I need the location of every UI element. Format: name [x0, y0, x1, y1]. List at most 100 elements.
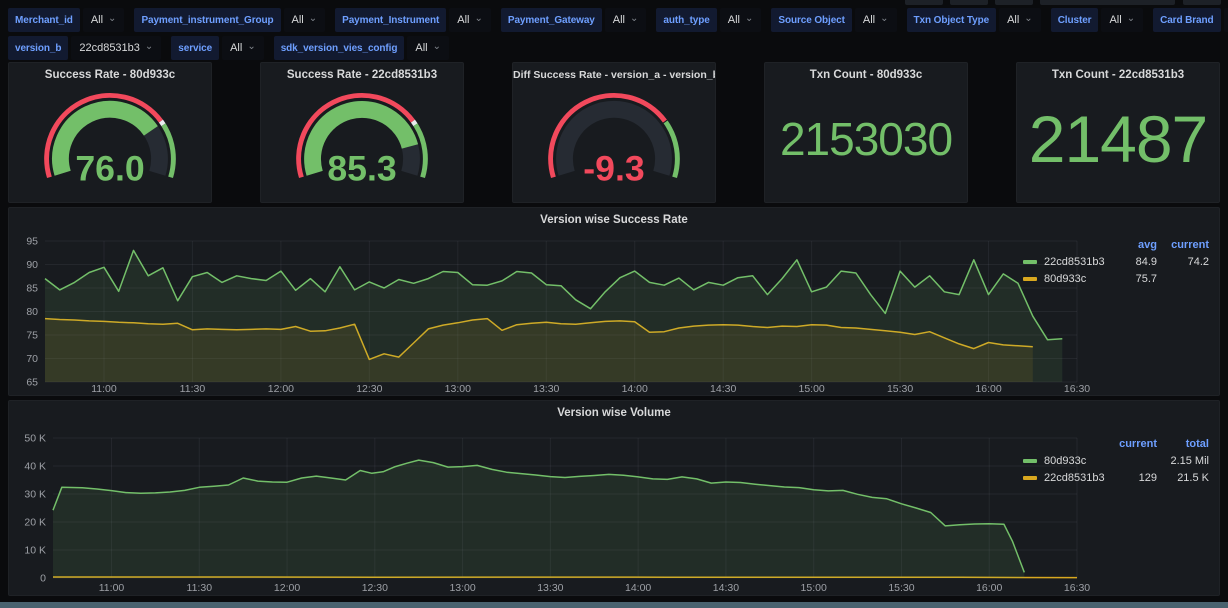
filter-label[interactable]: Payment_instrument_Group [134, 8, 280, 32]
filter-label[interactable]: auth_type [656, 8, 716, 32]
filter-label[interactable]: Payment_Gateway [501, 8, 602, 32]
chevron-down-icon: ⌄ [247, 42, 255, 52]
legend-value: 2.15 Mil [1157, 455, 1209, 467]
filter-value-dropdown[interactable]: All⌄ [449, 8, 491, 32]
legend-value: 129 [1113, 472, 1157, 484]
legend-swatch-icon [1023, 476, 1037, 480]
filter-value-dropdown[interactable]: All ⌄ [284, 8, 326, 32]
filter-label[interactable]: Source Object [771, 8, 852, 32]
gauge: -9.3 [513, 83, 715, 193]
chevron-down-icon: ⌄ [1127, 14, 1135, 24]
filter-value-dropdown[interactable]: 22cd8531b3⌄ [71, 36, 161, 60]
filter-value-dropdown[interactable]: All⌄ [407, 36, 449, 60]
filter-label[interactable]: version_b [8, 36, 68, 60]
legend-series-name[interactable]: 22cd8531b3 [1023, 472, 1113, 484]
filter-label[interactable]: Card Brand [1153, 8, 1220, 32]
panel-title[interactable]: Diff Success Rate - version_a - version_… [513, 63, 715, 81]
toolbar-button-partial[interactable] [950, 0, 988, 5]
filter-value-dropdown[interactable]: All⌄ [720, 8, 762, 32]
filter-value-text: All [863, 14, 875, 26]
legend-item: 80d933c 75.7 [1023, 270, 1209, 287]
stat-value: 2153030 [765, 93, 967, 184]
legend: currenttotal 80d933c 2.15 Mil 22cd8531b3129… [1023, 435, 1209, 486]
x-axis-tick-label: 13:00 [449, 582, 475, 594]
y-axis-tick-label: 85 [26, 283, 38, 295]
legend-value: 74.2 [1157, 256, 1209, 268]
gauge: 76.0 [9, 83, 211, 193]
filter-label[interactable]: sdk_version_vies_config [274, 36, 405, 60]
filter-value-text: All [1109, 14, 1121, 26]
filter-value-dropdown[interactable]: All⌄ [605, 8, 647, 32]
filter-payment_instrument: Payment_InstrumentAll⌄ [335, 8, 491, 32]
x-axis-tick-label: 15:30 [887, 383, 913, 395]
filter-service: serviceAll⌄ [171, 36, 263, 60]
legend-column-header[interactable]: current [1113, 438, 1157, 450]
toolbar-button-partial[interactable] [1183, 0, 1221, 5]
legend-column-header[interactable]: current [1157, 239, 1209, 251]
filter-value-dropdown[interactable]: All⌄ [83, 8, 125, 32]
filter-label[interactable]: service [171, 36, 219, 60]
legend-column-header[interactable]: total [1157, 438, 1209, 450]
legend-series-label: 80d933c [1044, 455, 1086, 467]
filter-version_b: version_b22cd8531b3⌄ [8, 36, 161, 60]
filter-value-dropdown[interactable]: All⌄ [855, 8, 897, 32]
legend-series-name[interactable]: 80d933c [1023, 273, 1113, 285]
x-axis-tick-label: 14:30 [710, 383, 736, 395]
y-axis-tick-label: 95 [26, 236, 38, 248]
legend-series-name[interactable]: 22cd8531b3 [1023, 256, 1113, 268]
chevron-down-icon: ⌄ [309, 14, 317, 24]
filter-value-dropdown[interactable]: All⌄ [999, 8, 1041, 32]
legend-swatch-icon [1023, 277, 1037, 281]
x-axis-tick-label: 11:30 [180, 383, 206, 395]
filter-label[interactable]: Payment_Instrument [335, 8, 446, 32]
toolbar-button-partial[interactable] [995, 0, 1033, 5]
filter-value-text: All [457, 14, 469, 26]
series-area-80d933c [53, 460, 1024, 578]
filter-label[interactable]: Cluster [1051, 8, 1099, 32]
filter-cluster: Cluster All ⌄ [1051, 8, 1143, 32]
y-axis-tick-label: 0 [40, 573, 46, 585]
filter-label[interactable]: Merchant_id [8, 8, 80, 32]
panel-title[interactable]: Txn Count - 22cd8531b3 [1017, 63, 1219, 81]
gauge-value: 85.3 [327, 149, 396, 189]
legend-value: 75.7 [1113, 273, 1157, 285]
legend-value: 21.5 K [1157, 472, 1209, 484]
x-axis-tick-label: 12:30 [362, 582, 388, 594]
panel-title[interactable]: Success Rate - 80d933c [9, 63, 211, 81]
filter-value-text: All [1007, 14, 1019, 26]
filter-value-text: 22cd8531b3 [79, 42, 140, 54]
filter-label[interactable]: Txn Object Type [907, 8, 997, 32]
filter-value-dropdown[interactable]: All⌄ [1224, 8, 1228, 32]
filter-card brand: Card Brand All⌄ [1153, 8, 1228, 32]
x-axis-tick-label: 14:00 [622, 383, 648, 395]
stat-value: 21487 [1017, 93, 1219, 184]
toolbar-button-partial[interactable] [1040, 0, 1175, 5]
x-axis-tick-label: 16:00 [976, 582, 1002, 594]
y-axis-tick-label: 65 [26, 377, 38, 389]
x-axis-tick-label: 14:00 [625, 582, 651, 594]
x-axis-tick-label: 16:00 [975, 383, 1001, 395]
legend: avgcurrent 22cd8531b384.974.2 80d933c 75.7 [1023, 236, 1209, 287]
legend-series-name[interactable]: 80d933c [1023, 455, 1113, 467]
legend-series-label: 80d933c [1044, 273, 1086, 285]
filter-value-dropdown[interactable]: All ⌄ [1101, 8, 1143, 32]
panel-title[interactable]: Txn Count - 80d933c [765, 63, 967, 81]
legend-column-header[interactable]: avg [1113, 239, 1157, 251]
toolbar-button-partial[interactable] [905, 0, 943, 5]
x-axis-tick-label: 11:00 [99, 582, 125, 594]
filter-value-dropdown[interactable]: All⌄ [222, 36, 264, 60]
x-axis-tick-label: 11:00 [91, 383, 117, 395]
time-series-plot[interactable]: 11:0011:3012:0012:3013:0013:3014:0014:30… [9, 401, 1219, 596]
legend-swatch-icon [1023, 260, 1037, 264]
filter-value-text: All [613, 14, 625, 26]
y-axis-tick-label: 30 K [24, 489, 46, 501]
filter-value-text: All [728, 14, 740, 26]
panel-title[interactable]: Success Rate - 22cd8531b3 [261, 63, 463, 81]
next-row-panel-edge[interactable] [0, 602, 1228, 608]
x-axis-tick-label: 15:30 [888, 582, 914, 594]
filter-auth_type: auth_typeAll⌄ [656, 8, 761, 32]
filter-value-text: All [292, 14, 304, 26]
filter-row: Merchant_id All ⌄ Payment_instrument_Group A… [8, 8, 1224, 32]
chevron-down-icon: ⌄ [433, 42, 441, 52]
legend-item: 22cd8531b384.974.2 [1023, 253, 1209, 270]
